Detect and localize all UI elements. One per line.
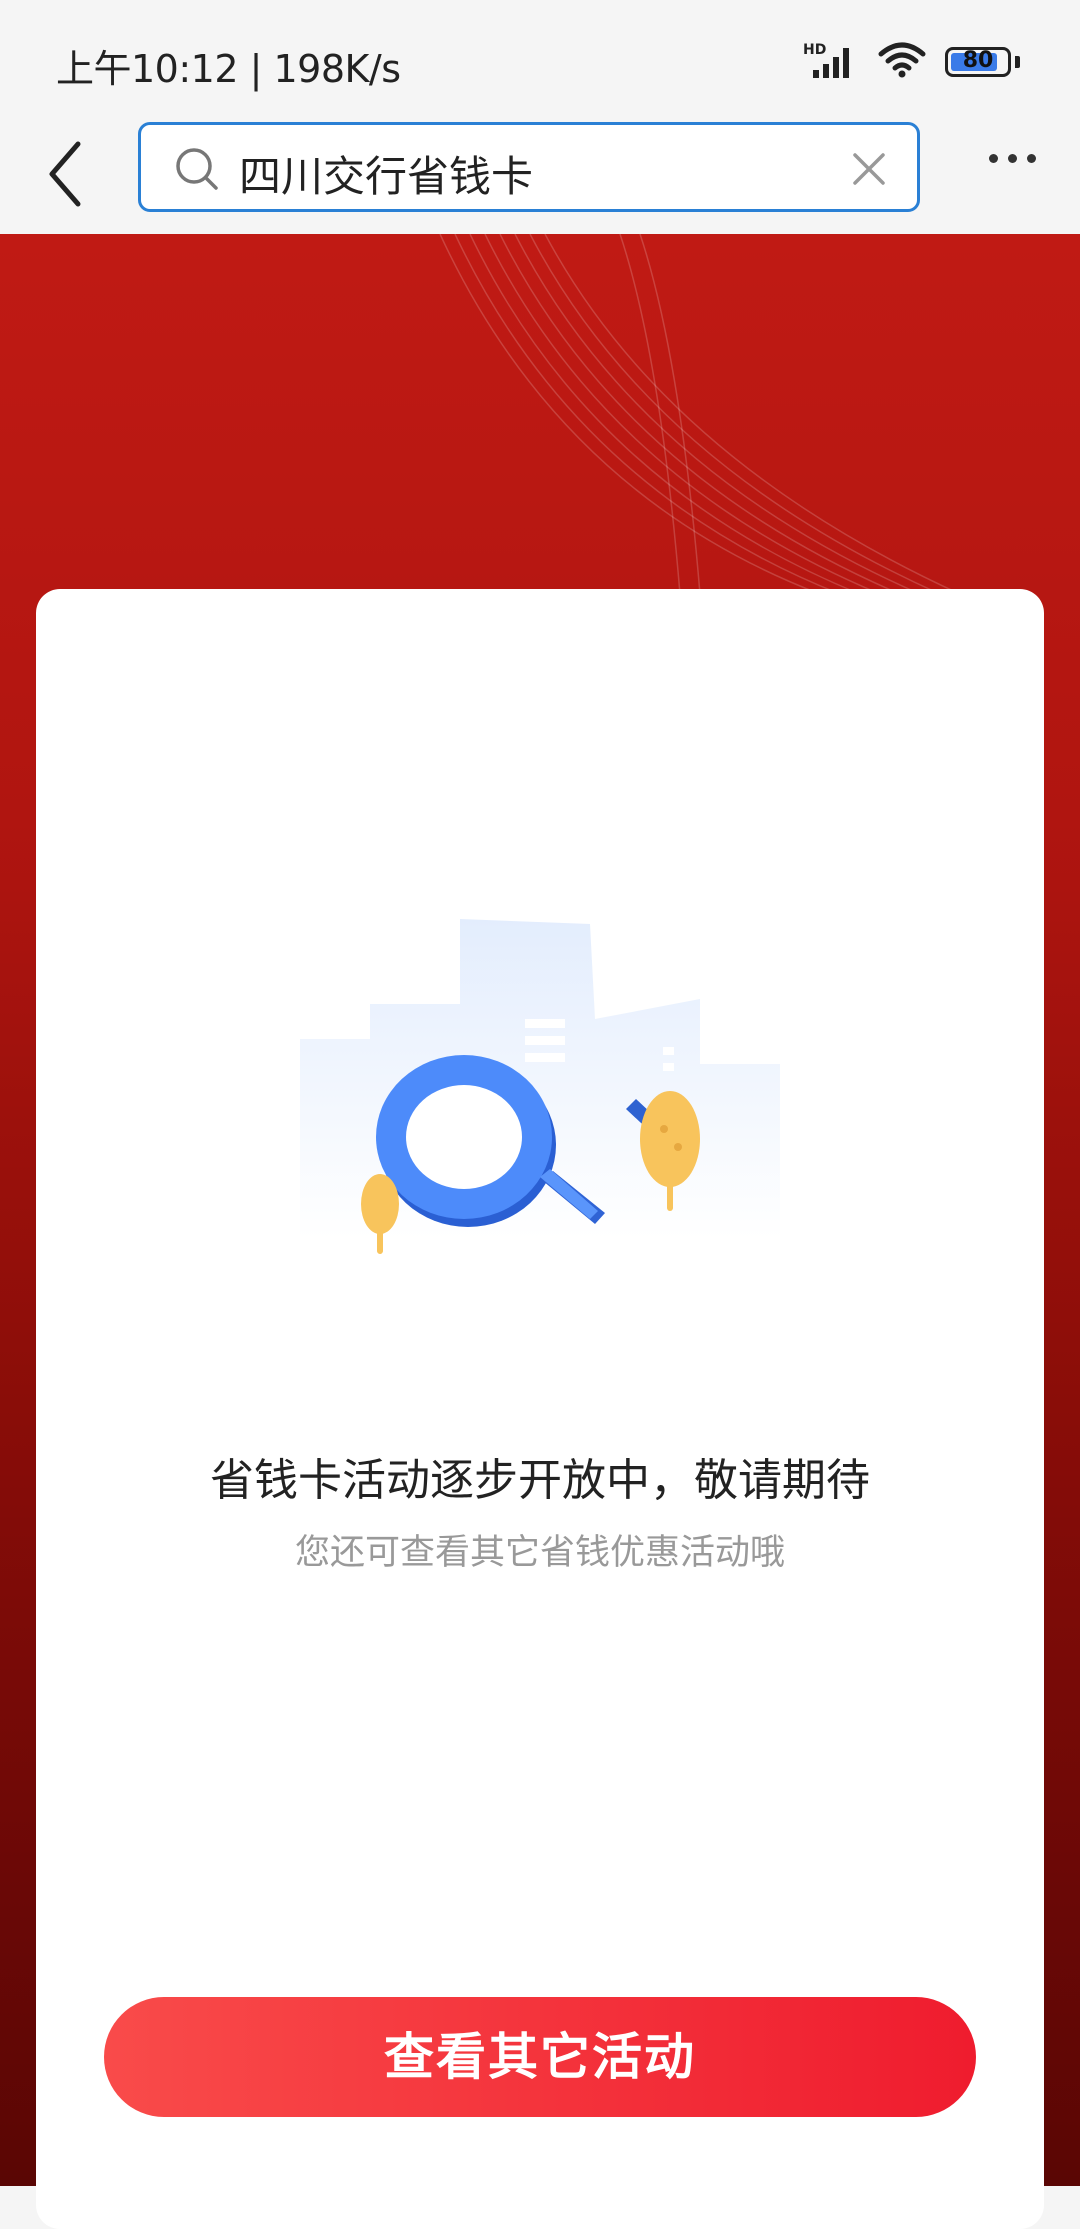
battery-icon: 80 (945, 47, 1011, 77)
status-bar: 上午10:12 | 198K/s HD 80 (0, 0, 1080, 124)
more-options-icon[interactable] (989, 154, 1036, 163)
hd-signal-icon: HD (803, 40, 859, 84)
search-icon (175, 147, 219, 195)
magnifier-city-icon (300, 919, 780, 1254)
status-time-speed: 上午10:12 | 198K/s (56, 47, 401, 91)
battery-level: 80 (962, 48, 994, 73)
search-input[interactable]: 四川交行省钱卡 (138, 122, 920, 212)
empty-state-illustration (300, 919, 780, 1299)
view-other-activities-button[interactable]: 查看其它活动 (104, 1997, 976, 2117)
content-card: 省钱卡活动逐步开放中，敬请期待 您还可查看其它省钱优惠活动哦 查看其它活动 (36, 589, 1044, 2229)
wifi-icon (877, 40, 927, 84)
signal-hd-label: HD (803, 42, 826, 58)
empty-state-title: 省钱卡活动逐步开放中，敬请期待 (210, 1455, 870, 1506)
top-nav-bar: 四川交行省钱卡 (0, 112, 1080, 234)
chevron-left-icon (49, 141, 81, 207)
back-button[interactable] (40, 134, 100, 214)
clear-icon[interactable] (849, 149, 889, 193)
empty-state-subtitle: 您还可查看其它省钱优惠活动哦 (294, 1533, 785, 1573)
search-query: 四川交行省钱卡 (239, 152, 534, 201)
banner-wave-lines (439, 234, 961, 594)
status-icons: HD 80 (803, 40, 1020, 84)
